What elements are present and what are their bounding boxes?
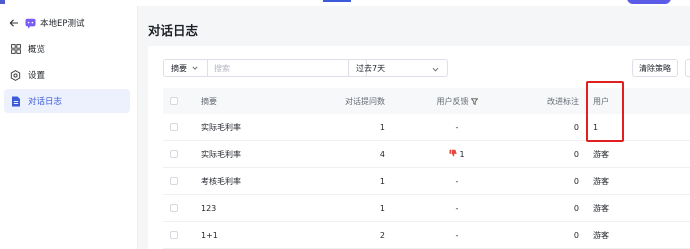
user-cell: 游客 bbox=[593, 203, 609, 213]
column-header-feedback[interactable]: 用户反馈 bbox=[421, 88, 493, 114]
user-cell: 游客 bbox=[593, 149, 609, 159]
feedback-value: - bbox=[455, 122, 459, 132]
column-header-summary: 摘要 bbox=[201, 96, 217, 106]
page-title: 对话日志 bbox=[148, 23, 199, 38]
sidebar-item-overview[interactable]: 概览 bbox=[4, 37, 130, 61]
feedback-value: 1 bbox=[459, 149, 465, 159]
summary-cell: 实际毛利率 bbox=[201, 149, 241, 159]
column-header-mark: 改进标注 bbox=[547, 96, 579, 106]
sidebar-item-label: 设置 bbox=[28, 71, 46, 81]
mark-cell: 0 bbox=[573, 122, 579, 132]
table-row[interactable]: 1+1 2 - 0 游客 bbox=[163, 222, 690, 249]
active-tab-indicator bbox=[323, 0, 351, 2]
app-chat-icon bbox=[25, 18, 36, 29]
count-cell: 4 bbox=[379, 149, 385, 159]
chevron-down-icon bbox=[192, 66, 198, 70]
user-cell: 1 bbox=[593, 122, 599, 132]
table-row[interactable]: 考核毛利率 1 - 0 游客 bbox=[163, 168, 690, 195]
user-cell: 游客 bbox=[593, 176, 609, 186]
document-icon bbox=[10, 96, 21, 107]
feedback-cell: - bbox=[421, 222, 493, 248]
feedback-cell: - bbox=[421, 195, 493, 221]
sidebar-item-logs[interactable]: 对话日志 bbox=[4, 89, 130, 113]
summary-cell: 实际毛利率 bbox=[201, 122, 241, 132]
sidebar-item-label: 对话日志 bbox=[28, 97, 63, 107]
feedback-value: - bbox=[455, 230, 459, 240]
date-range-label: 过去7天 bbox=[356, 63, 386, 73]
search-input[interactable] bbox=[207, 59, 367, 77]
clear-strategy-button[interactable]: 清除策略 bbox=[632, 59, 678, 77]
logo-fragment bbox=[0, 0, 5, 4]
back-arrow-icon[interactable] bbox=[8, 17, 20, 29]
row-checkbox[interactable] bbox=[170, 150, 178, 158]
feedback-value: - bbox=[455, 203, 459, 213]
gear-icon bbox=[10, 69, 21, 81]
summary-cell: 123 bbox=[201, 203, 217, 213]
feedback-cell: - bbox=[421, 168, 493, 194]
mark-cell: 0 bbox=[573, 230, 579, 240]
table-row[interactable]: 实际毛利率 1 - 0 1 bbox=[163, 114, 690, 141]
column-header-count: 对话提问数 bbox=[345, 96, 385, 106]
row-checkbox[interactable] bbox=[170, 123, 178, 131]
sidebar: 本地EP测试 概览 设置 对话日志 bbox=[0, 6, 138, 249]
count-cell: 2 bbox=[379, 230, 385, 240]
search-field-label: 摘要 bbox=[171, 63, 187, 73]
table-header: 摘要 对话提问数 用户反馈 改进标注 用户 bbox=[163, 88, 690, 114]
thumbs-down-icon bbox=[449, 149, 457, 156]
app-header: 本地EP测试 bbox=[8, 16, 85, 30]
row-checkbox[interactable] bbox=[170, 204, 178, 212]
top-action-button[interactable] bbox=[627, 0, 671, 4]
table-row[interactable]: 实际毛利率 4 1 0 游客 bbox=[163, 141, 690, 168]
search-field-select[interactable]: 摘要 bbox=[163, 59, 207, 77]
log-panel: 摘要 过去7天 清除策略 摘要 对话提问数 用户反馈 改进标注 用户 实际毛利率… bbox=[148, 46, 690, 249]
filter-icon[interactable] bbox=[470, 97, 478, 105]
summary-cell: 考核毛利率 bbox=[201, 176, 241, 186]
mark-cell: 0 bbox=[573, 149, 579, 159]
grid-icon bbox=[10, 44, 21, 55]
app-name: 本地EP测试 bbox=[40, 19, 85, 29]
row-checkbox[interactable] bbox=[170, 231, 178, 239]
count-cell: 1 bbox=[379, 203, 385, 213]
summary-cell: 1+1 bbox=[201, 230, 218, 240]
feedback-cell: - bbox=[421, 114, 493, 140]
count-cell: 1 bbox=[379, 176, 385, 186]
user-cell: 游客 bbox=[593, 230, 609, 240]
row-checkbox[interactable] bbox=[170, 177, 178, 185]
feedback-cell: 1 bbox=[421, 141, 493, 167]
column-header-user: 用户 bbox=[593, 96, 609, 106]
sidebar-item-label: 概览 bbox=[28, 45, 46, 55]
mark-cell: 0 bbox=[573, 176, 579, 186]
feedback-value: - bbox=[455, 176, 459, 186]
select-all-checkbox[interactable] bbox=[170, 97, 178, 105]
count-cell: 1 bbox=[379, 122, 385, 132]
chevron-down-icon bbox=[432, 67, 439, 72]
more-button[interactable] bbox=[685, 59, 690, 77]
feedback-header-label: 用户反馈 bbox=[436, 96, 469, 106]
mark-cell: 0 bbox=[573, 203, 579, 213]
sidebar-item-settings[interactable]: 设置 bbox=[4, 63, 130, 87]
table-row[interactable]: 123 1 - 0 游客 bbox=[163, 195, 690, 222]
date-range-select[interactable]: 过去7天 bbox=[348, 59, 448, 77]
